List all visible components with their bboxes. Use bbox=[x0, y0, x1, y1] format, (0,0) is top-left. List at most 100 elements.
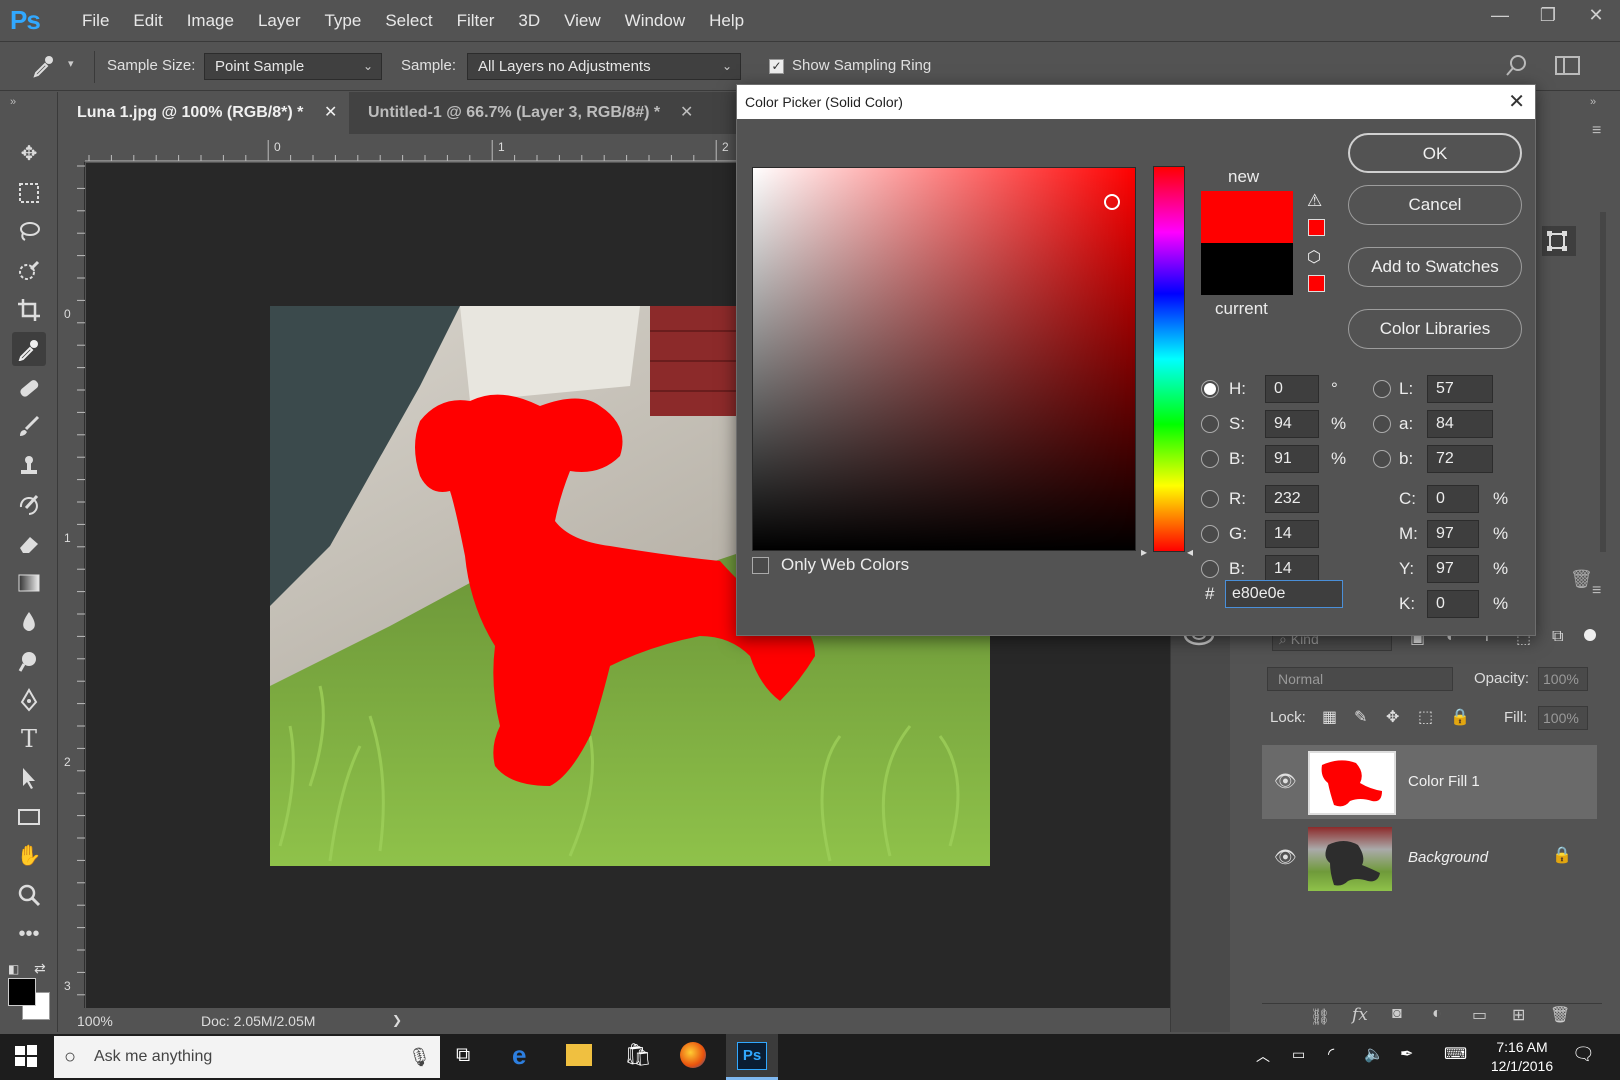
green-radio[interactable] bbox=[1201, 525, 1219, 543]
volume-icon[interactable]: 🔈 bbox=[1364, 1044, 1384, 1064]
workspace-icon[interactable] bbox=[1555, 55, 1581, 82]
zoom-level[interactable]: 100% bbox=[77, 1013, 113, 1029]
b-channel-radio[interactable] bbox=[1373, 450, 1391, 468]
path-selection-tool-icon[interactable] bbox=[12, 761, 46, 795]
menu-image[interactable]: Image bbox=[175, 0, 246, 42]
sample-select[interactable]: All Layers no Adjustments ⌄ bbox=[467, 53, 741, 80]
blur-tool-icon[interactable] bbox=[12, 605, 46, 639]
magenta-input[interactable]: 97 bbox=[1427, 520, 1479, 548]
status-menu-icon[interactable]: ❯ bbox=[392, 1013, 402, 1027]
layer-name[interactable]: Color Fill 1 bbox=[1408, 773, 1480, 790]
crop-tool-icon[interactable] bbox=[12, 293, 46, 327]
red-input[interactable]: 232 bbox=[1265, 485, 1319, 513]
file-explorer-icon[interactable] bbox=[566, 1044, 592, 1066]
menu-edit[interactable]: Edit bbox=[121, 0, 174, 42]
blue-input[interactable]: 14 bbox=[1265, 555, 1319, 583]
menu-type[interactable]: Type bbox=[312, 0, 373, 42]
red-radio[interactable] bbox=[1201, 490, 1219, 508]
more-tools-icon[interactable]: ••• bbox=[12, 917, 46, 951]
gamut-color-swatch[interactable] bbox=[1308, 219, 1325, 236]
close-icon[interactable]: ✕ bbox=[1508, 85, 1525, 119]
show-hidden-icons[interactable]: ︿ bbox=[1256, 1046, 1270, 1066]
battery-icon[interactable]: ▭ bbox=[1292, 1046, 1305, 1063]
clock-time[interactable]: 7:16 AM bbox=[1490, 1039, 1554, 1055]
green-input[interactable]: 14 bbox=[1265, 520, 1319, 548]
tab-untitled[interactable]: Untitled-1 @ 66.7% (Layer 3, RGB/8#) * ✕ bbox=[350, 92, 710, 134]
close-window-button[interactable]: ✕ bbox=[1572, 0, 1620, 30]
quick-selection-tool-icon[interactable] bbox=[12, 254, 46, 288]
default-colors-icon[interactable]: ◧ bbox=[8, 962, 19, 976]
group-folder-icon[interactable]: ▭ bbox=[1472, 1005, 1487, 1025]
brightness-input[interactable]: 91 bbox=[1265, 445, 1319, 473]
menu-file[interactable]: File bbox=[70, 0, 121, 42]
current-color-swatch[interactable] bbox=[1201, 243, 1293, 295]
new-layer-icon[interactable]: ⊞ bbox=[1512, 1005, 1525, 1025]
search-icon[interactable] bbox=[1505, 53, 1529, 83]
lock-all-icon[interactable]: 🔒 bbox=[1450, 707, 1470, 727]
wifi-icon[interactable]: ◜ bbox=[1328, 1044, 1334, 1064]
dodge-tool-icon[interactable] bbox=[12, 644, 46, 678]
lock-artboard-icon[interactable]: ⬚ bbox=[1418, 707, 1433, 727]
b-channel-input[interactable]: 72 bbox=[1427, 445, 1493, 473]
restore-button[interactable]: ❐ bbox=[1524, 0, 1572, 30]
fx-icon[interactable]: fx bbox=[1352, 1005, 1368, 1025]
eraser-tool-icon[interactable] bbox=[12, 527, 46, 561]
layer-name[interactable]: Background bbox=[1408, 849, 1488, 866]
show-sampling-ring-checkbox[interactable]: ✓ bbox=[769, 59, 784, 74]
clone-stamp-tool-icon[interactable] bbox=[12, 449, 46, 483]
preset-chevron-icon[interactable]: ▾ bbox=[68, 57, 74, 70]
collapse-icon[interactable]: » bbox=[10, 96, 16, 108]
notifications-icon[interactable]: 🗨 bbox=[1572, 1044, 1595, 1065]
black-input[interactable]: 0 bbox=[1427, 590, 1479, 618]
hue-slider[interactable] bbox=[1153, 166, 1185, 552]
close-tab-icon[interactable]: ✕ bbox=[680, 92, 693, 134]
visibility-eye-icon[interactable]: 👁 bbox=[1274, 771, 1297, 792]
delete-layer-icon[interactable]: 🗑 bbox=[1550, 1005, 1570, 1025]
menu-window[interactable]: Window bbox=[613, 0, 697, 42]
visibility-eye-icon[interactable]: 👁 bbox=[1274, 847, 1297, 868]
keyboard-icon[interactable]: ⌨ bbox=[1444, 1044, 1467, 1064]
marquee-tool-icon[interactable] bbox=[12, 176, 46, 210]
taskbar-search-input[interactable]: ○ Ask me anything 🎙 bbox=[54, 1036, 440, 1078]
link-layers-icon[interactable]: ⛓ bbox=[1310, 1007, 1330, 1027]
lock-image-icon[interactable]: ✎ bbox=[1354, 707, 1367, 727]
web-safe-color-swatch[interactable] bbox=[1308, 275, 1325, 292]
sample-size-select[interactable]: Point Sample ⌄ bbox=[204, 53, 382, 80]
hue-radio[interactable] bbox=[1201, 380, 1219, 398]
layer-row-color-fill[interactable]: 👁 Color Fill 1 bbox=[1262, 745, 1597, 819]
hue-input[interactable]: 0 bbox=[1265, 375, 1319, 403]
clock-date[interactable]: 12/1/2016 bbox=[1490, 1058, 1554, 1074]
foreground-color-swatch[interactable] bbox=[8, 978, 36, 1006]
firefox-icon[interactable] bbox=[680, 1042, 706, 1068]
blend-mode-select[interactable]: Normal bbox=[1267, 667, 1453, 691]
tab-luna[interactable]: Luna 1.jpg @ 100% (RGB/8*) * ✕ bbox=[59, 92, 349, 134]
menu-filter[interactable]: Filter bbox=[445, 0, 507, 42]
fill-input[interactable]: 100% bbox=[1538, 706, 1588, 730]
a-channel-radio[interactable] bbox=[1373, 415, 1391, 433]
out-of-gamut-warning-icon[interactable]: ⚠ bbox=[1307, 191, 1322, 211]
color-marker[interactable] bbox=[1104, 194, 1121, 211]
eyedropper-tool-icon[interactable] bbox=[12, 332, 46, 366]
yellow-input[interactable]: 97 bbox=[1427, 555, 1479, 583]
transform-icon[interactable] bbox=[1542, 226, 1576, 256]
ok-button[interactable]: OK bbox=[1348, 133, 1522, 173]
edge-browser-icon[interactable]: e bbox=[512, 1040, 526, 1071]
menu-select[interactable]: Select bbox=[373, 0, 444, 42]
panel-scrollbar[interactable] bbox=[1600, 212, 1606, 552]
hand-tool-icon[interactable]: ✋ bbox=[12, 839, 46, 873]
menu-layer[interactable]: Layer bbox=[246, 0, 313, 42]
lasso-tool-icon[interactable] bbox=[12, 215, 46, 249]
lock-position-icon[interactable]: ✥ bbox=[1386, 707, 1399, 727]
swap-colors-icon[interactable]: ⇄ bbox=[34, 960, 46, 977]
color-libraries-button[interactable]: Color Libraries bbox=[1348, 309, 1522, 349]
rectangle-tool-icon[interactable] bbox=[12, 800, 46, 834]
layer-row-background[interactable]: 👁 Background 🔒 bbox=[1262, 821, 1597, 895]
adjustment-layer-icon[interactable]: ◐ bbox=[1432, 1005, 1442, 1023]
menu-3d[interactable]: 3D bbox=[506, 0, 552, 42]
task-view-icon[interactable]: ⧉ bbox=[456, 1044, 470, 1067]
gradient-tool-icon[interactable] bbox=[12, 566, 46, 600]
hex-input[interactable]: e80e0e bbox=[1225, 580, 1343, 608]
brightness-radio[interactable] bbox=[1201, 450, 1219, 468]
windows-start-icon[interactable] bbox=[14, 1044, 38, 1073]
only-web-colors-checkbox[interactable] bbox=[752, 557, 769, 574]
